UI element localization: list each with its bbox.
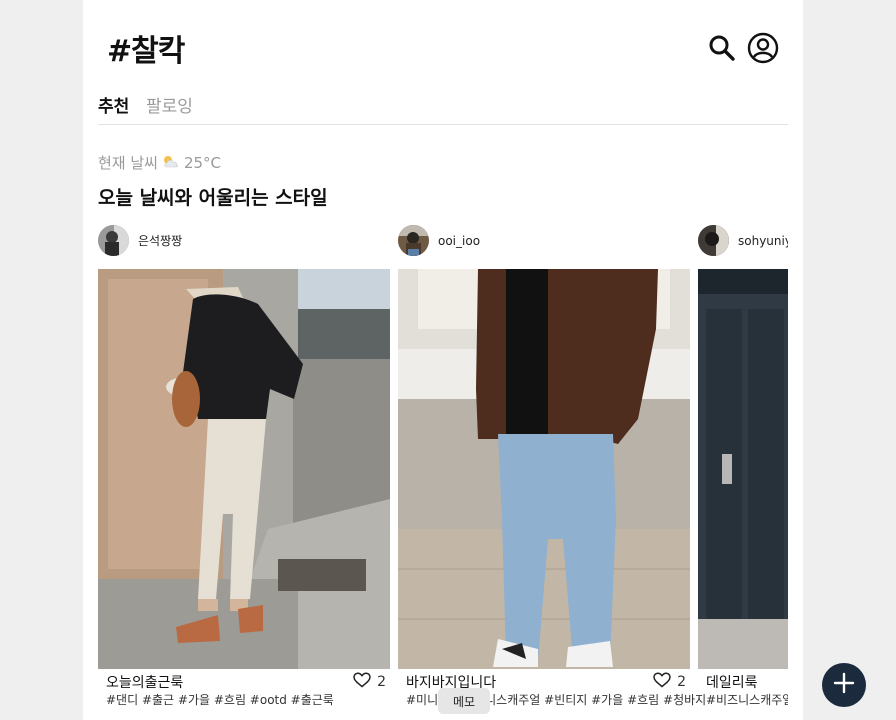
outfit-photo[interactable] (98, 269, 390, 669)
feed-tabs: 추천 팔로잉 (98, 90, 788, 125)
post-card[interactable]: sohyuniy 데일리룩 #비즈니스캐주얼 (698, 224, 788, 720)
post-author[interactable]: ooi_ioo (398, 225, 480, 256)
avatar (98, 225, 129, 256)
username: ooi_ioo (438, 233, 481, 248)
weather-info: 현재 날씨 25°C (98, 152, 221, 173)
like-button[interactable]: 2 (653, 672, 686, 692)
plus-icon (833, 672, 855, 698)
section-title: 오늘 날씨와 어울리는 스타일 (98, 187, 328, 209)
header: #찰칵 (83, 0, 803, 92)
post-caption: 오늘의출근룩 (106, 675, 184, 691)
partly-cloudy-icon (162, 154, 180, 172)
search-icon[interactable] (705, 31, 739, 65)
outfit-photo[interactable] (398, 269, 690, 669)
like-count: 2 (377, 674, 386, 690)
outfit-photo[interactable] (698, 269, 788, 669)
heart-icon (353, 672, 371, 692)
tab-following[interactable]: 팔로잉 (146, 92, 193, 117)
weather-temperature: 25°C (183, 153, 222, 172)
post-card[interactable]: ooi_ioo 바지바지입니다 2 #미니멀 #비즈니스캐주얼 #빈티지 #가을… (398, 224, 706, 720)
heart-icon (653, 672, 671, 692)
weather-label: 현재 날씨 (98, 154, 158, 172)
add-post-button[interactable] (822, 663, 866, 707)
post-caption: 데일리룩 (706, 675, 758, 691)
username: 은석짱짱 (138, 234, 183, 248)
avatar (698, 225, 729, 256)
post-tags: #비즈니스캐주얼 (706, 693, 788, 707)
username: sohyuniy (738, 233, 788, 248)
like-button[interactable]: 2 (353, 672, 386, 692)
like-count: 2 (677, 674, 686, 690)
memo-tooltip[interactable]: 메모 (438, 688, 490, 714)
post-tags: #댄디 #출근 #가을 #흐림 #ootd #출근룩 (106, 693, 334, 707)
app-container: #찰칵 추천 팔로잉 현재 날씨 25°C 오늘 날씨와 어울리는 스타일 은석… (83, 0, 803, 720)
post-author[interactable]: sohyuniy (698, 225, 788, 256)
user-circle-icon[interactable] (746, 31, 780, 65)
post-author[interactable]: 은석짱짱 (98, 225, 182, 256)
post-card[interactable]: 은석짱짱 오늘의출근룩 2 #댄디 #출근 #가을 #흐림 #ootd #출근룩 (98, 224, 390, 720)
avatar (398, 225, 429, 256)
app-logo[interactable]: #찰칵 (107, 26, 185, 70)
style-feed[interactable]: 은석짱짱 오늘의출근룩 2 #댄디 #출근 #가을 #흐림 #ootd #출근룩… (98, 224, 788, 720)
tab-recommended[interactable]: 추천 (98, 92, 129, 117)
